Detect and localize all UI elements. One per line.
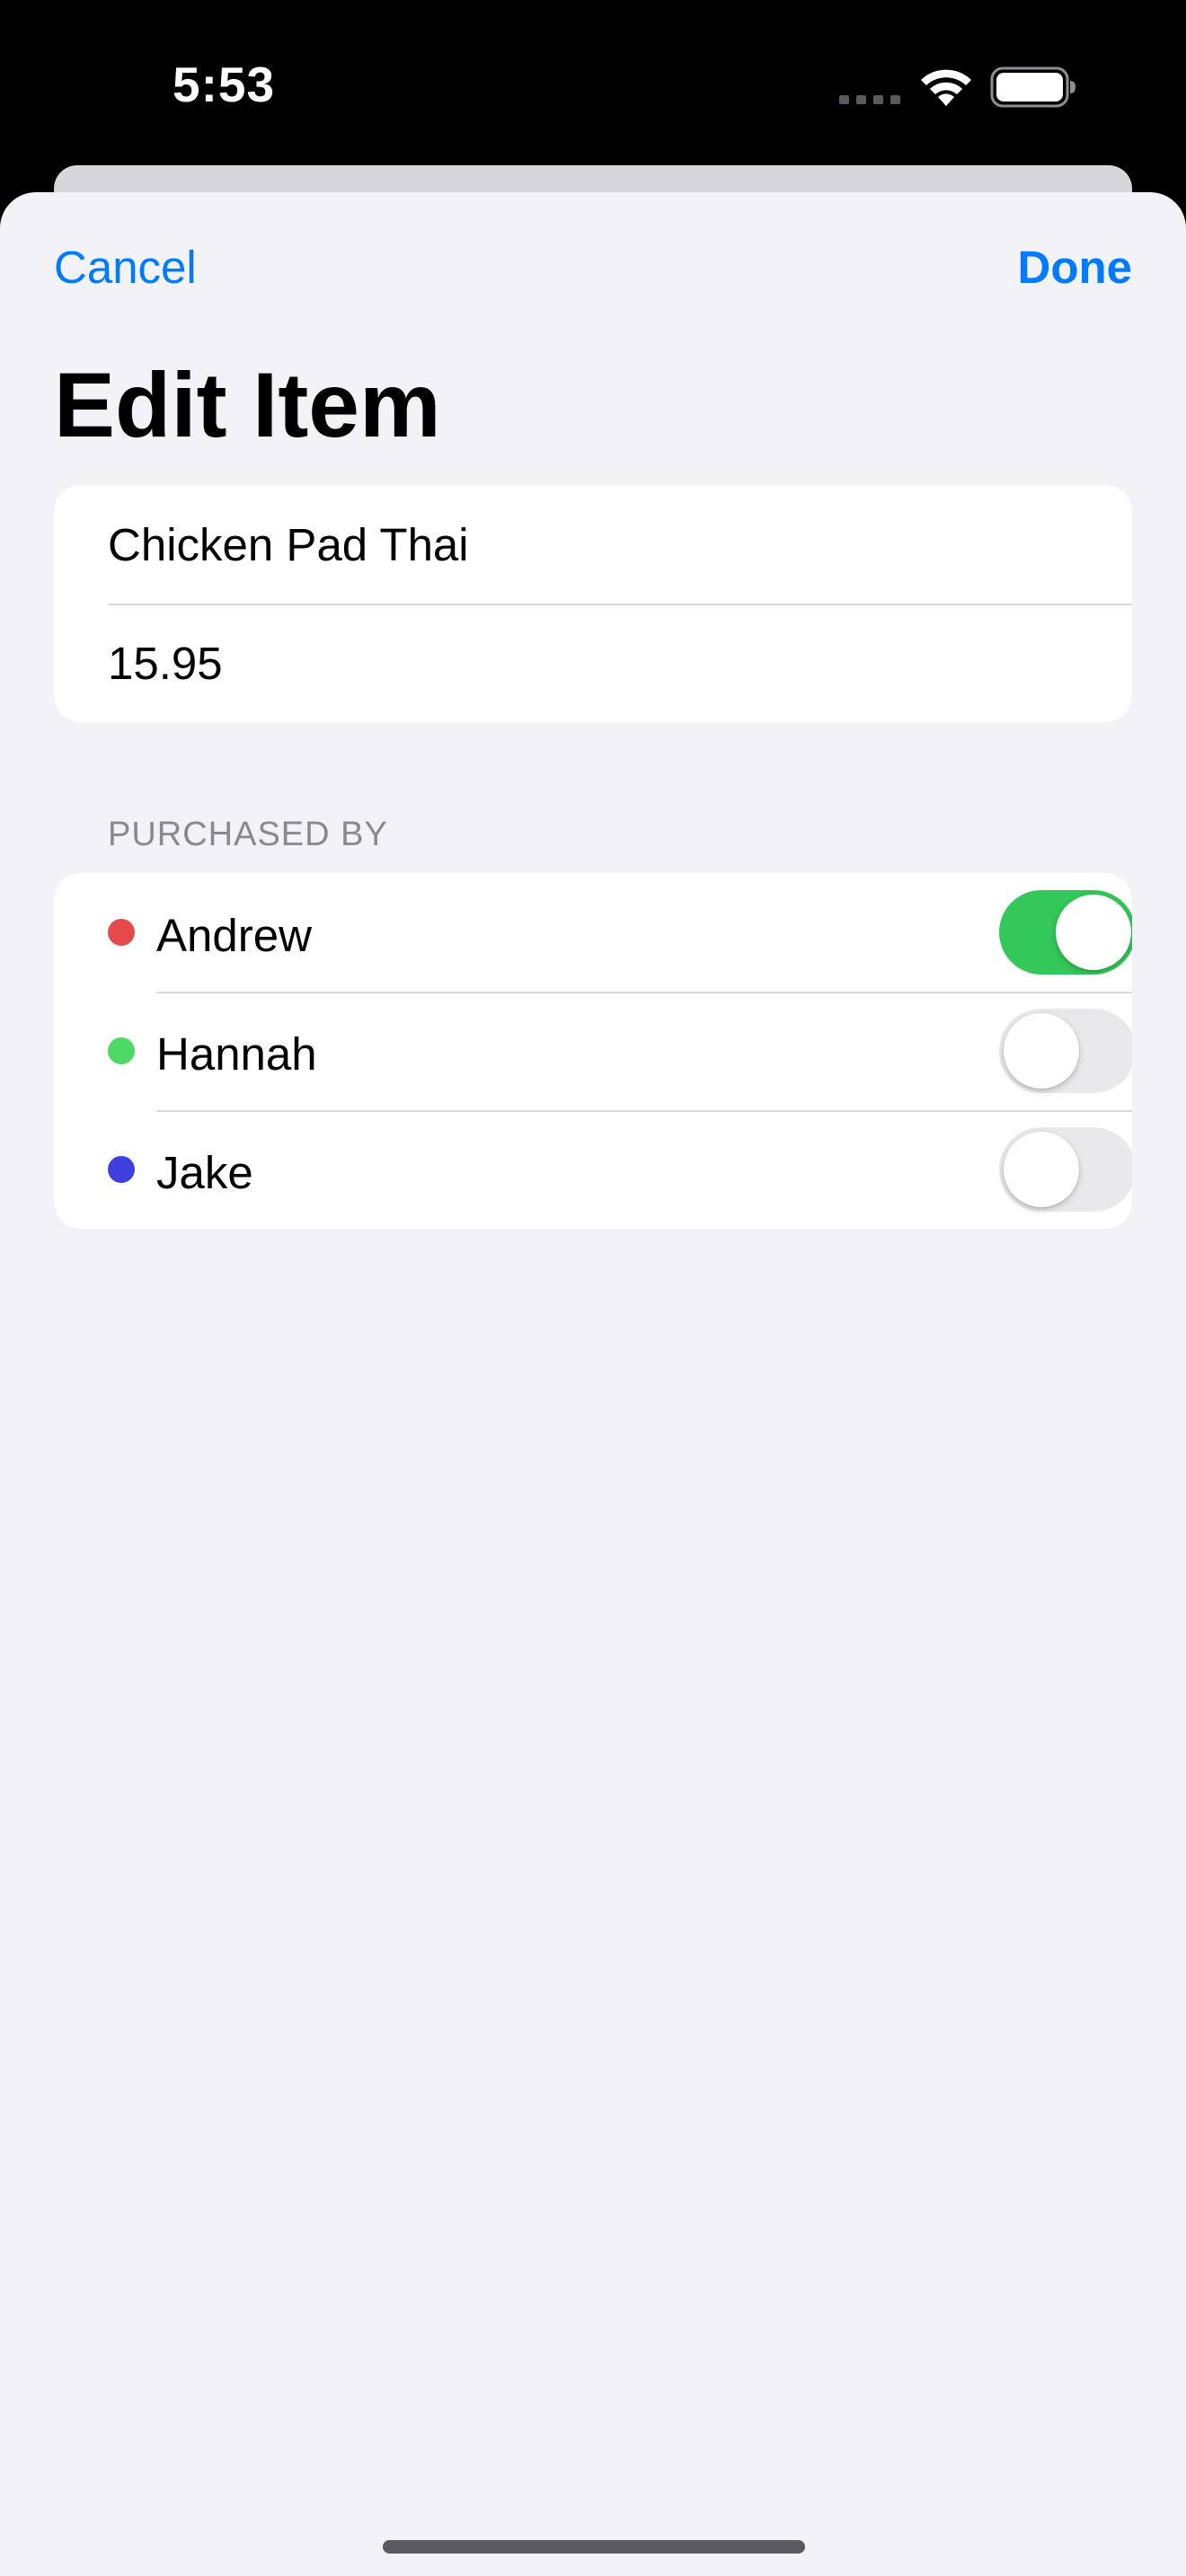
person-color-dot xyxy=(108,919,135,946)
status-time: 5:53 xyxy=(173,57,276,112)
person-name: Jake xyxy=(156,1147,253,1198)
toggle-knob xyxy=(1056,895,1131,970)
item-name-field[interactable] xyxy=(108,517,1096,571)
done-button[interactable]: Done xyxy=(1018,241,1133,294)
page-title: Edit Item xyxy=(54,354,441,456)
person-name: Hannah xyxy=(156,1028,317,1080)
toggle-knob xyxy=(1004,1132,1079,1207)
person-name: Andrew xyxy=(156,910,312,961)
hannah-toggle[interactable] xyxy=(999,1009,1132,1093)
item-details-card xyxy=(54,485,1132,722)
item-price-field[interactable] xyxy=(108,636,1096,690)
person-row-jake: Jake xyxy=(54,1110,1132,1229)
wifi-icon xyxy=(921,69,971,106)
purchased-by-header: PURCHASED BY xyxy=(108,816,388,853)
item-price-row xyxy=(54,604,1132,722)
purchased-by-card: Andrew Hannah Jake xyxy=(54,873,1132,1229)
home-indicator[interactable] xyxy=(383,2540,805,2554)
status-bar: 5:53 xyxy=(0,0,1186,167)
person-row-andrew: Andrew xyxy=(54,873,1132,992)
battery-icon xyxy=(990,66,1075,108)
jake-toggle[interactable] xyxy=(999,1127,1132,1212)
andrew-toggle[interactable] xyxy=(999,890,1132,975)
person-row-hannah: Hannah xyxy=(54,992,1132,1110)
item-name-row xyxy=(54,485,1132,604)
person-color-dot xyxy=(108,1037,135,1064)
cancel-button[interactable]: Cancel xyxy=(54,241,197,294)
cellular-signal-icon xyxy=(839,95,900,104)
person-color-dot xyxy=(108,1156,135,1183)
toggle-knob xyxy=(1004,1013,1079,1089)
